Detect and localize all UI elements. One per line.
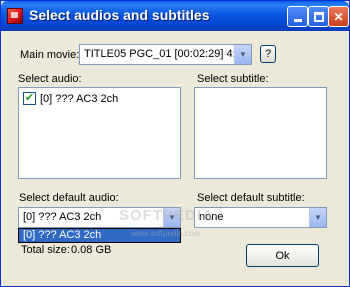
watermark-url: www.softpedia.com [131, 229, 200, 238]
main-movie-label: Main movie: [20, 49, 80, 61]
default-subtitle-select[interactable]: none ▼ [194, 207, 327, 228]
chevron-down-icon[interactable]: ▼ [234, 45, 251, 64]
default-audio-value: [0] ??? AC3 2ch [23, 211, 102, 223]
default-subtitle-label: Select default subtitle: [197, 192, 305, 204]
app-icon [7, 8, 23, 24]
audio-item-label: [0] ??? AC3 2ch [40, 92, 119, 105]
ok-button[interactable]: Ok [246, 244, 319, 267]
chevron-down-icon[interactable]: ▼ [309, 208, 326, 227]
default-audio-label: Select default audio: [19, 192, 119, 204]
minimize-icon [293, 19, 302, 22]
select-audio-label: Select audio: [18, 73, 82, 85]
close-button[interactable]: ✕ [328, 6, 349, 27]
select-subtitle-label: Select subtitle: [197, 73, 269, 85]
window-title: Select audios and subtitles [29, 7, 210, 23]
close-icon: ✕ [333, 9, 344, 24]
watermark: SOFTPEDIA [119, 207, 214, 224]
maximize-button[interactable] [308, 6, 329, 27]
minimize-button[interactable] [287, 6, 308, 27]
checkmark-icon: ✔ [24, 92, 35, 104]
title-bar[interactable]: Select audios and subtitles ✕ [1, 1, 349, 31]
audio-checkbox[interactable]: ✔ [23, 92, 36, 105]
list-item[interactable]: ✔ [0] ??? AC3 2ch [23, 92, 118, 105]
audio-list[interactable]: ✔ [0] ??? AC3 2ch [18, 87, 181, 179]
maximize-icon [313, 11, 324, 22]
total-size-label: Total size: [21, 244, 70, 256]
main-movie-select[interactable]: TITLE05 PGC_01 [00:02:29] 4:3 ▼ [79, 44, 252, 65]
subtitle-list[interactable] [194, 87, 327, 179]
main-movie-value: TITLE05 PGC_01 [00:02:29] 4:3 [84, 48, 242, 60]
total-size-value: 0.08 GB [71, 244, 112, 256]
dialog-window: Select audios and subtitles ✕ Main movie… [0, 0, 350, 287]
help-button[interactable]: ? [260, 45, 276, 63]
